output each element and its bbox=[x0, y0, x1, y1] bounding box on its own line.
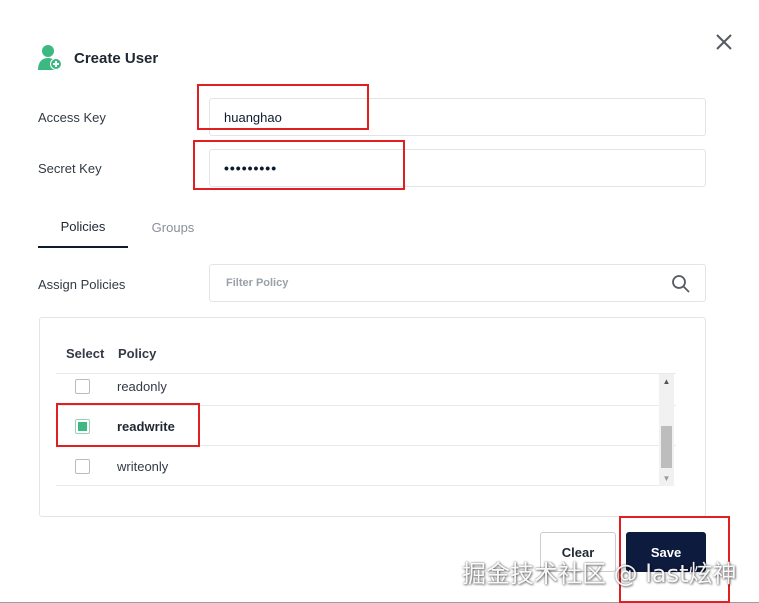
access-key-value: huanghao bbox=[224, 109, 282, 125]
scroll-up-arrow-icon[interactable]: ▲ bbox=[659, 374, 674, 389]
column-header-select: Select bbox=[66, 346, 105, 361]
policy-name: readwrite bbox=[117, 419, 175, 434]
policy-row-writeonly[interactable]: writeonly bbox=[56, 445, 676, 485]
access-key-label: Access Key bbox=[38, 110, 106, 125]
table-divider bbox=[56, 485, 674, 486]
tab-bar: Policies Groups bbox=[38, 206, 218, 248]
policy-row-readwrite[interactable]: readwrite bbox=[56, 405, 676, 445]
access-key-input[interactable]: huanghao bbox=[209, 98, 706, 136]
column-header-policy: Policy bbox=[118, 346, 157, 361]
watermark: 掘金技术社区 @ last炫神 bbox=[462, 560, 737, 588]
create-user-dialog: Create User Access Key huanghao Secret K… bbox=[0, 0, 759, 603]
filter-policy-placeholder: Filter Policy bbox=[226, 277, 289, 289]
dialog-title: Create User bbox=[74, 49, 159, 67]
search-icon[interactable] bbox=[671, 274, 691, 294]
user-add-icon bbox=[38, 44, 64, 72]
checkbox-readwrite[interactable] bbox=[75, 419, 90, 434]
secret-key-label: Secret Key bbox=[38, 161, 102, 176]
secret-key-value: ••••••••• bbox=[224, 160, 278, 176]
scroll-thumb[interactable] bbox=[661, 426, 672, 468]
close-icon bbox=[716, 34, 732, 50]
checkbox-readonly[interactable] bbox=[75, 379, 90, 394]
dialog-header: Create User bbox=[38, 44, 158, 72]
secret-key-input[interactable]: ••••••••• bbox=[209, 149, 706, 187]
scroll-down-arrow-icon[interactable]: ▼ bbox=[659, 471, 674, 486]
policy-list-scrollbar[interactable]: ▲ ▼ bbox=[659, 374, 674, 486]
filter-policy-input[interactable]: Filter Policy bbox=[209, 264, 706, 302]
policy-name: readonly bbox=[117, 379, 167, 394]
tab-policies[interactable]: Policies bbox=[38, 206, 128, 248]
assign-policies-label: Assign Policies bbox=[38, 277, 126, 292]
tab-groups[interactable]: Groups bbox=[138, 206, 208, 248]
close-button[interactable] bbox=[713, 31, 735, 53]
checkbox-writeonly[interactable] bbox=[75, 459, 90, 474]
policy-name: writeonly bbox=[117, 459, 169, 474]
